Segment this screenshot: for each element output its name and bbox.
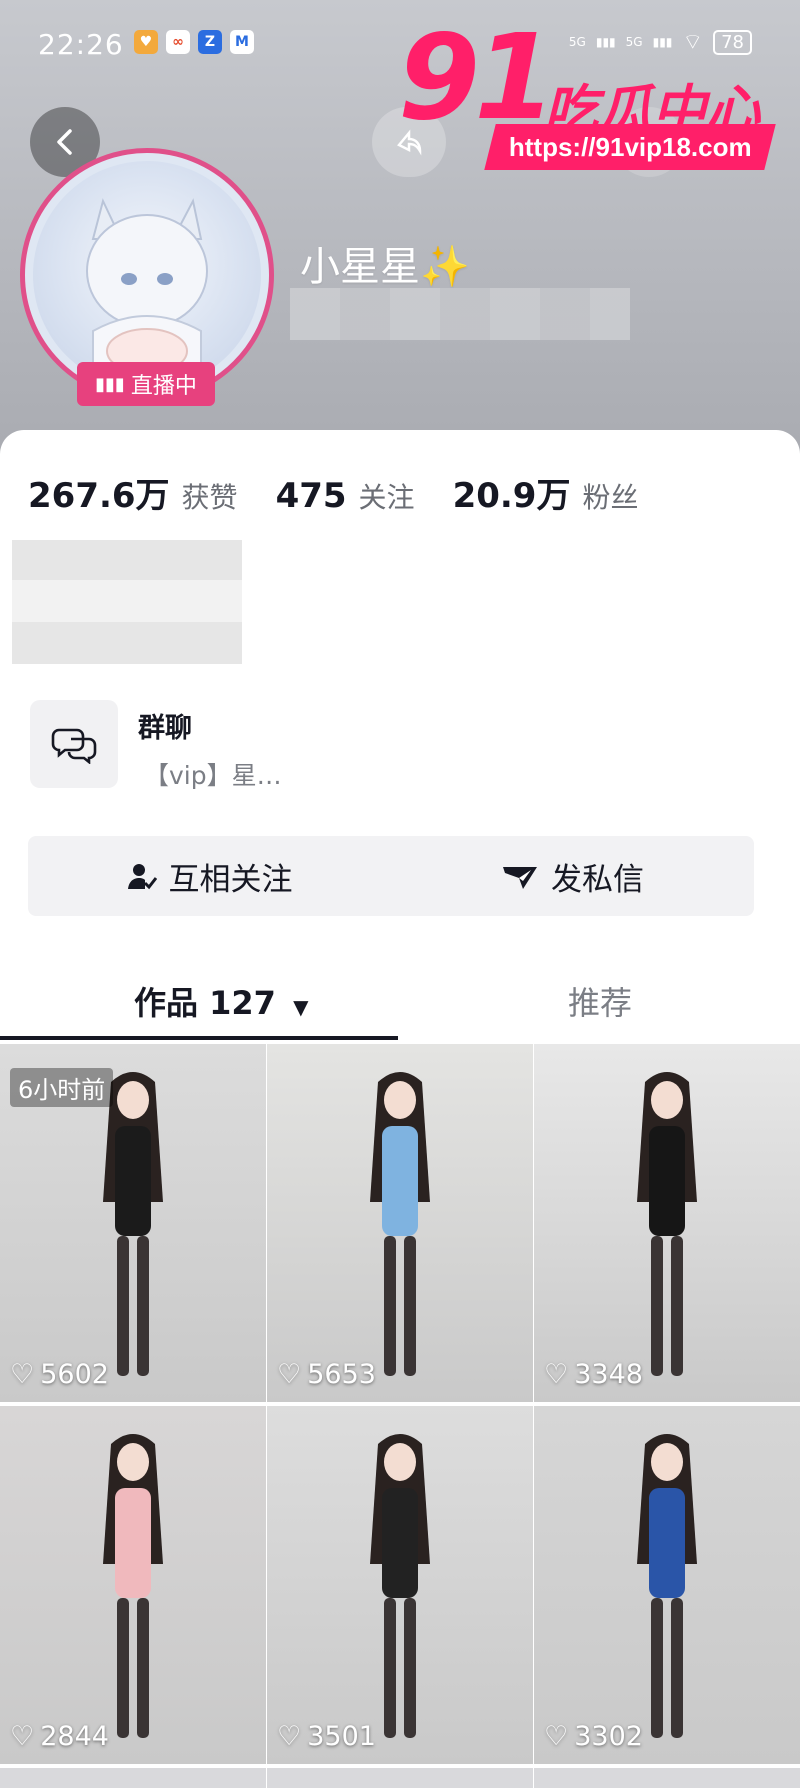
heart-icon: ♡	[544, 1359, 569, 1390]
video-thumbnail[interactable]: ♡ 3348	[534, 1044, 800, 1402]
mutual-follow-button[interactable]: 互相关注	[28, 836, 391, 916]
send-message-label: 发私信	[551, 861, 644, 898]
video-thumbnail-partial[interactable]	[267, 1768, 533, 1788]
chevron-left-icon	[57, 129, 72, 155]
like-count-value: 5653	[307, 1359, 376, 1390]
video-thumbnail[interactable]: ♡ 5653	[267, 1044, 533, 1402]
like-count-value: 5602	[40, 1359, 109, 1390]
live-status-badge[interactable]: ▮▮▮ 直播中	[77, 362, 215, 406]
video-preview-image	[637, 1072, 697, 1376]
followers-count[interactable]: 20.9万	[453, 468, 571, 517]
video-preview-image	[370, 1434, 430, 1738]
video-grid: 6小时前 ♡ 5602 ♡ 5653 ♡ 3348 ♡ 2844 ♡ 3501 ♡ 3302	[0, 1044, 800, 1764]
live-badge-label: 直播中	[130, 374, 197, 399]
user-check-icon	[127, 864, 157, 890]
tab-recommend[interactable]: 推荐	[568, 978, 632, 1024]
heart-icon: ♡	[277, 1359, 302, 1390]
status-time: 22:26	[38, 28, 124, 61]
likes-count[interactable]: 267.6万	[28, 468, 170, 517]
like-count-value: 3302	[574, 1721, 643, 1752]
like-count: ♡ 5653	[277, 1359, 376, 1390]
caret-down-icon: ▼	[293, 995, 309, 1019]
video-preview-image	[103, 1434, 163, 1738]
video-preview-image	[370, 1072, 430, 1376]
avatar-illustration-icon	[86, 198, 208, 390]
likes-label: 获赞	[181, 481, 238, 514]
video-preview-image	[637, 1434, 697, 1738]
avatar-image	[33, 161, 261, 390]
tab-active-indicator	[0, 1036, 398, 1040]
like-count: ♡ 3348	[544, 1359, 643, 1390]
tab-works[interactable]: 作品 127 ▼	[134, 978, 308, 1024]
mutual-follow-label: 互相关注	[168, 861, 293, 898]
profile-nickname: 小星星✨	[300, 244, 470, 290]
watermark-logo: 91 吃瓜中心 https://91vip18.com	[398, 8, 790, 174]
live-bars-icon: ▮▮▮	[95, 373, 125, 395]
profile-header: 22:26 ♥ ∞ Z M 5G ▮▮▮ 5G ▮▮▮ ⌔ 78 ⋯	[0, 0, 800, 460]
watermark-url-bar: https://91vip18.com	[484, 124, 776, 170]
heart-icon: ♡	[544, 1721, 569, 1752]
group-chat-title[interactable]: 群聊	[138, 706, 192, 745]
heart-icon: ♡	[277, 1721, 302, 1752]
like-count: ♡ 5602	[10, 1359, 109, 1390]
following-label: 关注	[358, 481, 415, 514]
video-thumbnail-partial[interactable]	[0, 1768, 266, 1788]
video-thumbnail[interactable]: ♡ 3302	[534, 1406, 800, 1764]
like-count-value: 3348	[574, 1359, 643, 1390]
group-chat-entry[interactable]	[30, 700, 118, 788]
post-time-tag: 6小时前	[10, 1068, 114, 1107]
video-thumbnail[interactable]: ♡ 2844	[0, 1406, 266, 1764]
like-count-value: 3501	[307, 1721, 376, 1752]
group-chat-subtitle: 【vip】星…	[144, 761, 282, 790]
app-notification-icon: M	[230, 30, 254, 54]
status-app-icons: ♥ ∞ Z M	[134, 30, 254, 54]
next-row-thumbnails	[0, 1768, 800, 1788]
like-count: ♡ 2844	[10, 1721, 109, 1752]
video-preview-image	[103, 1072, 163, 1376]
heart-icon: ♡	[10, 1721, 35, 1752]
chat-bubbles-icon	[51, 728, 97, 764]
tab-works-label: 作品 127	[134, 984, 276, 1022]
like-count-value: 2844	[40, 1721, 109, 1752]
video-thumbnail-partial[interactable]	[534, 1768, 800, 1788]
video-thumbnail[interactable]: 6小时前 ♡ 5602	[0, 1044, 266, 1402]
video-thumbnail[interactable]: ♡ 3501	[267, 1406, 533, 1764]
like-count: ♡ 3302	[544, 1721, 643, 1752]
profile-stats: 267.6万 获赞 475 关注 20.9万 粉丝	[28, 468, 664, 517]
content-tabs: 作品 127 ▼ 推荐	[0, 960, 800, 1040]
send-message-button[interactable]: 发私信	[391, 836, 754, 916]
app-notification-icon: Z	[198, 30, 222, 54]
followers-label: 粉丝	[582, 481, 639, 514]
paper-plane-icon	[503, 867, 537, 889]
blurred-bio	[12, 540, 242, 664]
heart-icon: ♡	[10, 1359, 35, 1390]
app-notification-icon: ♥	[134, 30, 158, 54]
like-count: ♡ 3501	[277, 1721, 376, 1752]
action-bar: 互相关注 发私信	[28, 836, 754, 916]
blurred-account-id	[290, 288, 630, 340]
watermark-url: https://91vip18.com	[508, 131, 752, 162]
app-notification-icon: ∞	[166, 30, 190, 54]
following-count[interactable]: 475	[276, 476, 347, 516]
